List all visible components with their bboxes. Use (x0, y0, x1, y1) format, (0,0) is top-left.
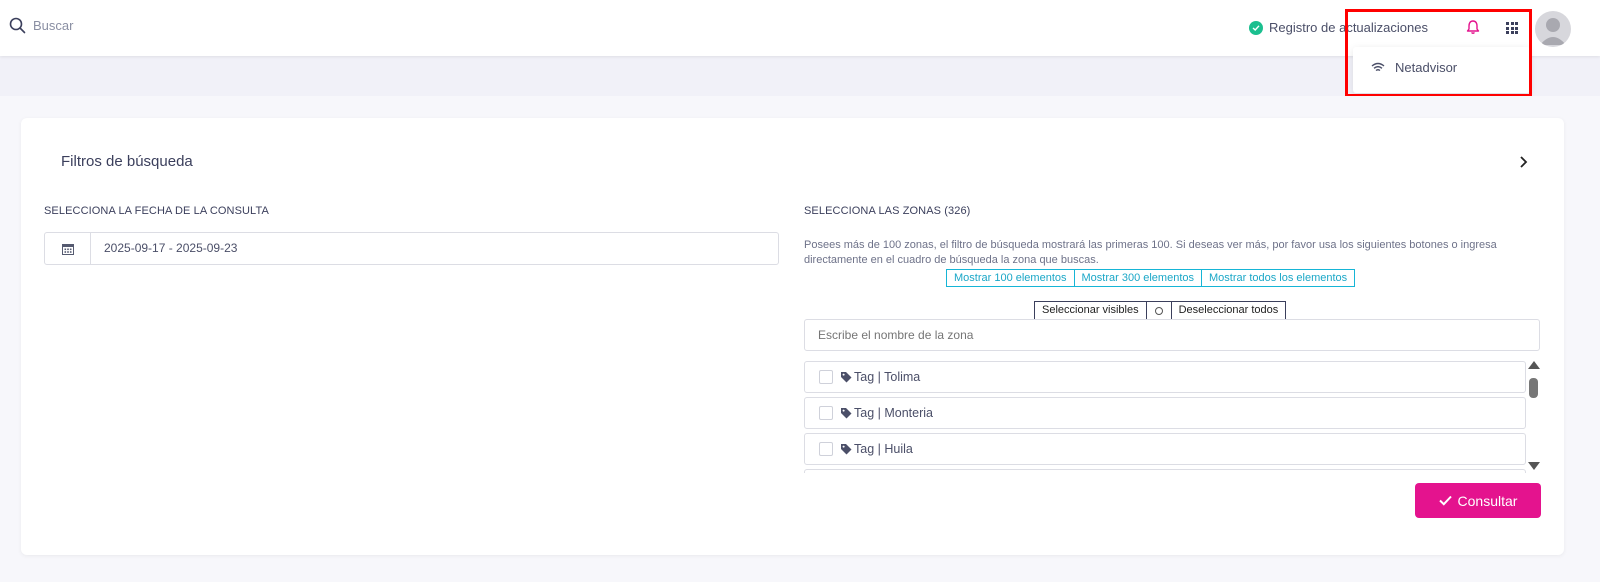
tag-icon (841, 408, 852, 419)
apps-dropdown: Netadvisor (1353, 47, 1530, 93)
zone-checkbox[interactable] (819, 406, 833, 420)
scroll-down-icon[interactable] (1528, 462, 1540, 470)
zone-search-input[interactable] (804, 319, 1540, 351)
search-filters-card: Filtros de búsqueda SELECCIONA LA FECHA … (21, 118, 1564, 555)
show-all-button[interactable]: Mostrar todos los elementos (1202, 269, 1356, 287)
apps-grid-icon[interactable] (1506, 22, 1518, 34)
zone-list-item[interactable]: Tag | Huila (804, 433, 1526, 465)
zone-label: Tag | Tolima (854, 370, 921, 384)
search-icon (9, 17, 26, 34)
calendar-icon (45, 233, 91, 264)
check-icon (1438, 495, 1452, 506)
bell-icon[interactable] (1466, 19, 1480, 35)
zone-list-item[interactable]: Tag | Monteria (804, 397, 1526, 429)
show-100-button[interactable]: Mostrar 100 elementos (946, 269, 1075, 287)
card-title: Filtros de búsqueda (61, 153, 193, 170)
search-label: Buscar (33, 18, 74, 33)
check-circle-icon (1249, 20, 1263, 35)
updates-log-label: Registro de actualizaciones (1269, 20, 1428, 35)
scroll-thumb[interactable] (1529, 378, 1538, 398)
show-300-button[interactable]: Mostrar 300 elementos (1074, 269, 1202, 287)
avatar[interactable] (1535, 11, 1571, 47)
zone-label: Tag | Huila (854, 442, 913, 456)
dropdown-item-label: Netadvisor (1395, 60, 1458, 75)
show-elements-group: Mostrar 100 elementos Mostrar 300 elemen… (946, 269, 1356, 287)
zone-list: Tag | Tolima Tag | Monteria Tag | Huila (804, 361, 1526, 473)
search-box[interactable]: Buscar (9, 17, 73, 34)
zone-checkbox[interactable] (819, 370, 833, 384)
selection-toggle[interactable] (1146, 301, 1171, 320)
tag-icon (841, 372, 852, 383)
select-visible-button[interactable]: Seleccionar visibles (1034, 301, 1147, 320)
zone-label: Tag | Monteria (854, 406, 933, 420)
deselect-all-button[interactable]: Deseleccionar todos (1170, 301, 1287, 320)
radio-icon (1154, 306, 1163, 315)
zone-list-scrollbar[interactable] (1527, 361, 1541, 473)
scroll-up-icon[interactable] (1528, 361, 1540, 369)
zone-list-item-partial[interactable] (804, 469, 1526, 473)
zone-checkbox[interactable] (819, 442, 833, 456)
zone-list-item[interactable]: Tag | Tolima (804, 361, 1526, 393)
consultar-button[interactable]: Consultar (1415, 483, 1541, 518)
selection-controls: Seleccionar visibles Deseleccionar todos (1034, 301, 1287, 320)
updates-log-link[interactable]: Registro de actualizaciones (1249, 20, 1428, 35)
chevron-right-icon[interactable] (1517, 155, 1531, 169)
zones-note: Posees más de 100 zonas, el filtro de bú… (804, 239, 1497, 266)
wifi-icon (1371, 62, 1385, 72)
dropdown-item-netadvisor[interactable]: Netadvisor (1371, 60, 1457, 75)
zones-section-label: SELECCIONA LAS ZONAS (326) (804, 205, 971, 217)
date-section-label: SELECCIONA LA FECHA DE LA CONSULTA (44, 205, 269, 217)
consultar-label: Consultar (1457, 492, 1518, 509)
date-range-input[interactable]: 2025-09-17 - 2025-09-23 (44, 232, 779, 265)
date-range-value: 2025-09-17 - 2025-09-23 (104, 241, 238, 255)
tag-icon (841, 444, 852, 455)
